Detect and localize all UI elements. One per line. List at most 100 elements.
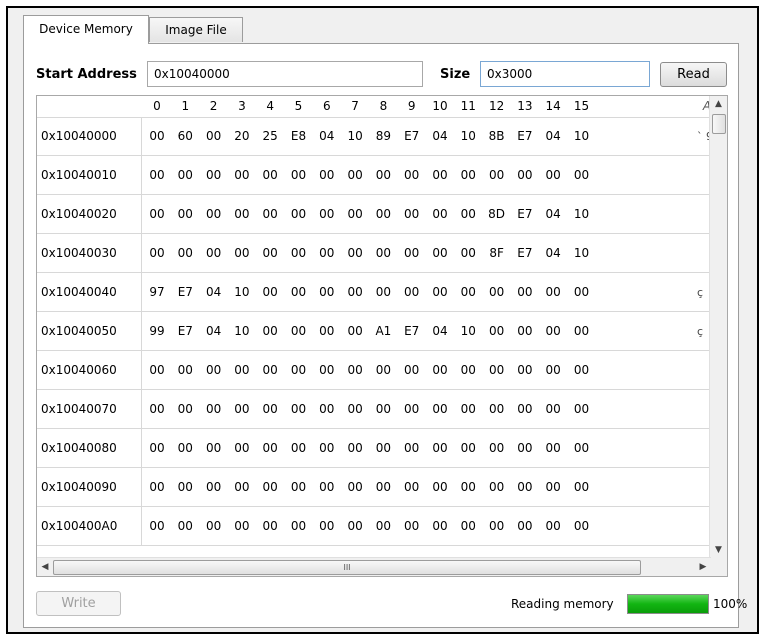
byte-cell[interactable]: 10 [229, 312, 255, 350]
byte-cell[interactable]: 00 [455, 273, 481, 311]
byte-cell[interactable]: 8B [484, 117, 510, 155]
byte-cell[interactable]: 04 [201, 312, 227, 350]
byte-cell[interactable]: 00 [399, 195, 425, 233]
byte-cell[interactable]: 00 [286, 312, 312, 350]
byte-cell[interactable]: 00 [286, 234, 312, 272]
byte-cell[interactable]: 00 [569, 351, 595, 389]
byte-cell[interactable]: 00 [484, 507, 510, 545]
byte-cell[interactable]: 00 [342, 351, 368, 389]
byte-cell[interactable]: 00 [569, 429, 595, 467]
byte-cell[interactable]: 00 [286, 273, 312, 311]
byte-cell[interactable]: 00 [370, 429, 396, 467]
byte-cell[interactable]: 00 [314, 429, 340, 467]
byte-cell[interactable]: E7 [172, 273, 198, 311]
byte-cell[interactable]: 00 [370, 156, 396, 194]
byte-cell[interactable]: 00 [512, 351, 538, 389]
byte-cell[interactable]: 00 [484, 468, 510, 506]
byte-cell[interactable]: 00 [342, 468, 368, 506]
byte-cell[interactable]: 00 [540, 312, 566, 350]
byte-cell[interactable]: 00 [512, 507, 538, 545]
byte-cell[interactable]: 00 [427, 507, 453, 545]
byte-cell[interactable]: 00 [342, 195, 368, 233]
byte-cell[interactable]: E7 [399, 312, 425, 350]
byte-cell[interactable]: 00 [512, 312, 538, 350]
byte-cell[interactable]: 00 [455, 507, 481, 545]
byte-cell[interactable]: 00 [144, 507, 170, 545]
byte-cell[interactable]: 00 [286, 390, 312, 428]
byte-cell[interactable]: 00 [484, 312, 510, 350]
vertical-scroll-thumb[interactable] [712, 114, 726, 134]
byte-cell[interactable]: 20 [229, 117, 255, 155]
byte-cell[interactable]: 00 [370, 351, 396, 389]
byte-cell[interactable]: E7 [512, 195, 538, 233]
byte-cell[interactable]: 00 [257, 273, 283, 311]
byte-cell[interactable]: 00 [257, 312, 283, 350]
byte-cell[interactable]: 00 [172, 156, 198, 194]
byte-cell[interactable]: 8F [484, 234, 510, 272]
byte-cell[interactable]: 00 [540, 507, 566, 545]
byte-cell[interactable]: 00 [286, 468, 312, 506]
byte-cell[interactable]: 00 [540, 468, 566, 506]
byte-cell[interactable]: 00 [314, 507, 340, 545]
byte-cell[interactable]: 00 [201, 351, 227, 389]
byte-cell[interactable]: 00 [172, 468, 198, 506]
byte-cell[interactable]: 00 [314, 234, 340, 272]
byte-cell[interactable]: 00 [455, 390, 481, 428]
byte-cell[interactable]: 04 [201, 273, 227, 311]
byte-cell[interactable]: 00 [201, 195, 227, 233]
byte-cell[interactable]: E7 [512, 234, 538, 272]
tab-image-file[interactable]: Image File [149, 17, 243, 42]
byte-cell[interactable]: 00 [370, 468, 396, 506]
byte-cell[interactable]: 00 [512, 273, 538, 311]
byte-cell[interactable]: 00 [427, 351, 453, 389]
byte-cell[interactable]: 00 [399, 429, 425, 467]
byte-cell[interactable]: 00 [399, 390, 425, 428]
byte-cell[interactable]: 00 [399, 468, 425, 506]
byte-cell[interactable]: 04 [540, 234, 566, 272]
byte-cell[interactable]: 10 [455, 312, 481, 350]
byte-cell[interactable]: 00 [512, 429, 538, 467]
byte-cell[interactable]: 00 [569, 468, 595, 506]
byte-cell[interactable]: 25 [257, 117, 283, 155]
byte-cell[interactable]: 00 [257, 468, 283, 506]
byte-cell[interactable]: 00 [314, 468, 340, 506]
byte-cell[interactable]: 00 [399, 273, 425, 311]
scroll-down-icon[interactable]: ▼ [710, 542, 727, 558]
byte-cell[interactable]: 00 [144, 468, 170, 506]
read-button[interactable]: Read [660, 62, 727, 87]
byte-cell[interactable]: 00 [257, 351, 283, 389]
scroll-left-icon[interactable]: ◀ [37, 558, 53, 576]
byte-cell[interactable]: 00 [257, 429, 283, 467]
byte-cell[interactable]: 04 [427, 312, 453, 350]
vertical-scrollbar[interactable]: ▲ ▼ [709, 96, 727, 558]
byte-cell[interactable]: 00 [569, 273, 595, 311]
byte-cell[interactable]: 00 [399, 351, 425, 389]
byte-cell[interactable]: 00 [370, 273, 396, 311]
byte-cell[interactable]: 00 [342, 390, 368, 428]
byte-cell[interactable]: 00 [540, 390, 566, 428]
size-input[interactable]: 0x3000 [480, 61, 650, 87]
byte-cell[interactable]: 00 [540, 351, 566, 389]
byte-cell[interactable]: 00 [144, 351, 170, 389]
byte-cell[interactable]: 00 [257, 507, 283, 545]
byte-cell[interactable]: 60 [172, 117, 198, 155]
byte-cell[interactable]: 00 [172, 507, 198, 545]
byte-cell[interactable]: 00 [427, 468, 453, 506]
scroll-right-icon[interactable]: ▶ [695, 558, 711, 576]
byte-cell[interactable]: 00 [286, 429, 312, 467]
byte-cell[interactable]: 00 [342, 312, 368, 350]
byte-cell[interactable]: 00 [342, 507, 368, 545]
byte-cell[interactable]: 00 [229, 429, 255, 467]
byte-cell[interactable]: 00 [342, 234, 368, 272]
byte-cell[interactable]: 00 [569, 507, 595, 545]
byte-cell[interactable]: 00 [512, 156, 538, 194]
byte-cell[interactable]: 10 [569, 195, 595, 233]
byte-cell[interactable]: 00 [370, 195, 396, 233]
byte-cell[interactable]: 00 [342, 273, 368, 311]
byte-cell[interactable]: 00 [257, 390, 283, 428]
byte-cell[interactable]: 00 [427, 273, 453, 311]
byte-cell[interactable]: 00 [455, 351, 481, 389]
byte-cell[interactable]: 00 [229, 351, 255, 389]
byte-cell[interactable]: 00 [455, 429, 481, 467]
byte-cell[interactable]: 00 [540, 156, 566, 194]
